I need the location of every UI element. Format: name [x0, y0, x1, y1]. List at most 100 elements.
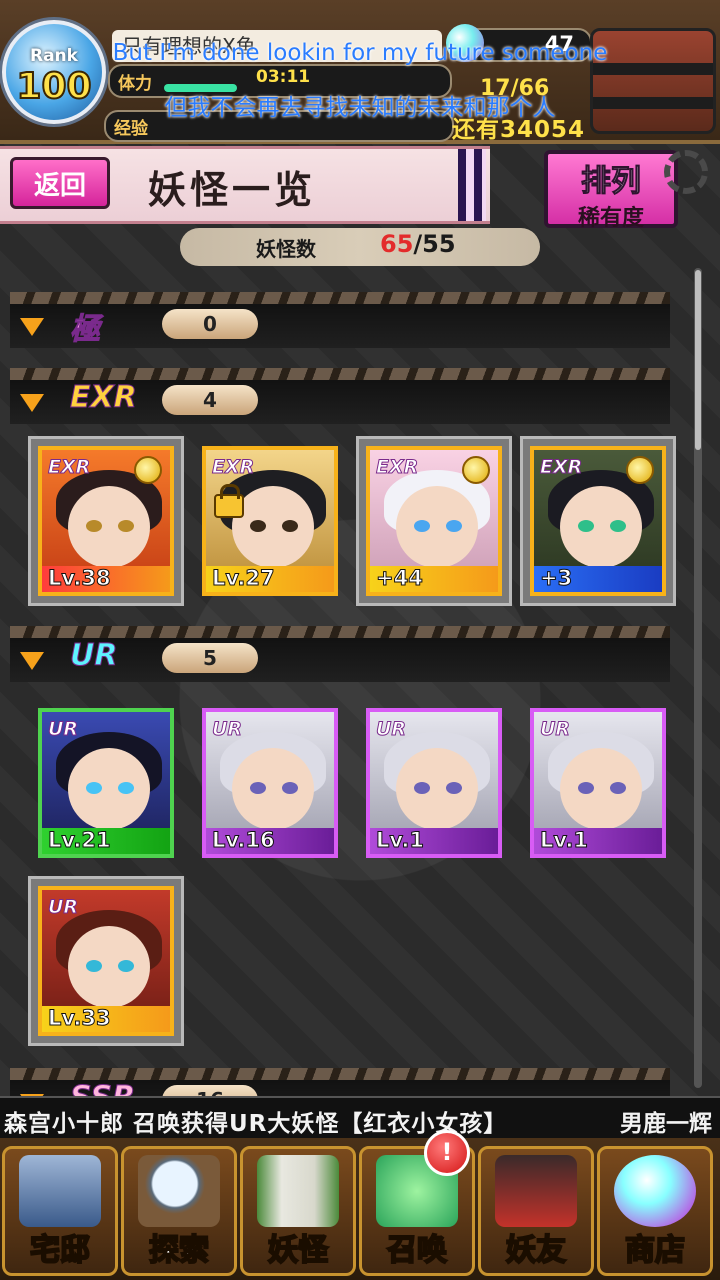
- yokai-card[interactable]: UR Lv.16: [202, 708, 338, 858]
- house-icon: [19, 1155, 101, 1227]
- portrait-eye: [578, 782, 594, 794]
- rarity-label: EXR: [70, 380, 138, 416]
- yokai-count-label: 妖怪数: [256, 237, 316, 261]
- portrait-eye: [118, 960, 134, 972]
- page-title: 妖怪一览: [148, 168, 317, 212]
- collapse-caret-icon: [20, 652, 44, 670]
- back-button[interactable]: 返回: [10, 157, 110, 209]
- nav-explore-button[interactable]: 探索: [121, 1146, 237, 1276]
- nav-label: 妖友: [505, 1232, 567, 1269]
- portrait-eye: [610, 520, 626, 532]
- card-level: +44: [376, 566, 424, 591]
- card-level: Lv.1: [376, 828, 425, 853]
- ticker-message: 森宫小十郎 召唤获得UR大妖怪【红衣小女孩】: [4, 1111, 508, 1137]
- announcement-ticker: 森宫小十郎 召唤获得UR大妖怪【红衣小女孩】 男鹿一辉: [0, 1096, 720, 1140]
- card-level: Lv.21: [48, 828, 112, 853]
- portrait-face: [232, 486, 314, 568]
- card-level: Lv.33: [48, 1006, 112, 1031]
- section-header-kiwami[interactable]: 極 0: [10, 292, 670, 348]
- portrait-eye: [610, 782, 626, 794]
- portrait-face: [68, 748, 150, 830]
- card-level: Lv.1: [540, 828, 589, 853]
- card-rarity: EXR: [47, 456, 91, 479]
- card-level: Lv.38: [48, 566, 112, 591]
- medal-icon: [462, 456, 490, 484]
- portrait-eye: [446, 782, 462, 794]
- yokai-count-current: 65: [380, 230, 414, 258]
- nav-label: 召唤: [386, 1232, 448, 1269]
- card-level: Lv.27: [212, 566, 276, 591]
- yokai-card[interactable]: EXR Lv.27: [202, 446, 338, 596]
- portrait-eye: [86, 960, 102, 972]
- sort-button[interactable]: 排列 稀有度: [544, 150, 678, 231]
- friend-icon: [495, 1155, 577, 1227]
- card-rarity: EXR: [375, 456, 419, 479]
- ticker-next-message: 男鹿一辉: [620, 1111, 712, 1137]
- section-header-ur[interactable]: UR 5: [10, 626, 670, 682]
- nav-friends-button[interactable]: 妖友: [478, 1146, 594, 1276]
- portrait-eye: [446, 520, 462, 532]
- yokai-count-max: /55: [413, 230, 456, 258]
- stamina-timer: 03:11: [256, 67, 311, 87]
- nav-shop-button[interactable]: 商店: [597, 1146, 713, 1276]
- scrollbar-thumb[interactable]: [695, 270, 701, 450]
- yokai-card[interactable]: EXR Lv.38: [38, 446, 174, 596]
- card-rarity: UR: [539, 718, 571, 741]
- section-count: 5: [162, 643, 258, 673]
- portrait-face: [396, 748, 478, 830]
- portrait-face: [68, 486, 150, 568]
- orb-shop-icon: [614, 1155, 696, 1227]
- section-count: 4: [162, 385, 258, 415]
- yokai-card[interactable]: UR Lv.33: [38, 886, 174, 1036]
- portrait-face: [68, 926, 150, 1008]
- section-count: 0: [162, 309, 258, 339]
- portrait-eye: [282, 520, 298, 532]
- medal-icon: [134, 456, 162, 484]
- portrait-eye: [118, 520, 134, 532]
- gear-icon: [664, 150, 708, 194]
- nav-label: 商店: [624, 1232, 686, 1269]
- nav-yokai-button[interactable]: 妖怪: [240, 1146, 356, 1276]
- nav-home-button[interactable]: 宅邸: [2, 1146, 118, 1276]
- sort-label: 排列: [581, 164, 642, 200]
- yokai-card[interactable]: EXR +3: [530, 446, 666, 596]
- portrait-eye: [86, 520, 102, 532]
- subtitle-chinese: 但我不会再去寻找未知的未来和那个人: [164, 95, 556, 121]
- card-rarity: UR: [375, 718, 407, 741]
- portrait-face: [560, 486, 642, 568]
- yokai-card[interactable]: EXR +44: [366, 446, 502, 596]
- portrait-eye: [118, 782, 134, 794]
- summon-alert-badge: !: [424, 1130, 470, 1176]
- nav-label: 探索: [148, 1232, 210, 1269]
- yokai-card[interactable]: UR Lv.1: [530, 708, 666, 858]
- portrait-eye: [86, 782, 102, 794]
- card-rarity: UR: [47, 896, 79, 919]
- yokai-card[interactable]: UR Lv.1: [366, 708, 502, 858]
- rarity-label: 極: [70, 312, 101, 348]
- yokai-list-screen: Rank 100 只有理想的X鱼 体力 03:11 经验 47 17/66 还有…: [0, 0, 720, 1280]
- yokai-count-bar: 妖怪数 65/55: [180, 228, 540, 266]
- scroll-icon: [257, 1155, 339, 1227]
- sort-value: 稀有度: [577, 206, 644, 231]
- portrait-eye: [250, 520, 266, 532]
- yokai-card[interactable]: UR Lv.21: [38, 708, 174, 858]
- portrait-eye: [282, 782, 298, 794]
- portrait-eye: [250, 782, 266, 794]
- medal-icon: [626, 456, 654, 484]
- subtitle-english: But I'm done lookin for my future someon…: [112, 40, 608, 66]
- portrait-face: [232, 748, 314, 830]
- magnifier-icon: [138, 1155, 220, 1227]
- lock-icon: [214, 484, 244, 518]
- status-bar: Rank 100 只有理想的X鱼 体力 03:11 经验 47 17/66 还有…: [0, 0, 720, 144]
- card-rarity: UR: [211, 718, 243, 741]
- bottom-navigation: 宅邸 探索 妖怪 召唤 妖友 商店: [0, 1138, 720, 1280]
- card-rarity: EXR: [211, 456, 255, 479]
- portrait-face: [560, 748, 642, 830]
- title-panel: 返回 妖怪一览: [0, 146, 490, 224]
- portrait-face: [396, 486, 478, 568]
- card-rarity: UR: [47, 718, 79, 741]
- rarity-label: UR: [69, 638, 118, 674]
- collapse-caret-icon: [20, 318, 44, 336]
- nav-label: 妖怪: [267, 1232, 329, 1269]
- section-header-exr[interactable]: EXR 4: [10, 368, 670, 424]
